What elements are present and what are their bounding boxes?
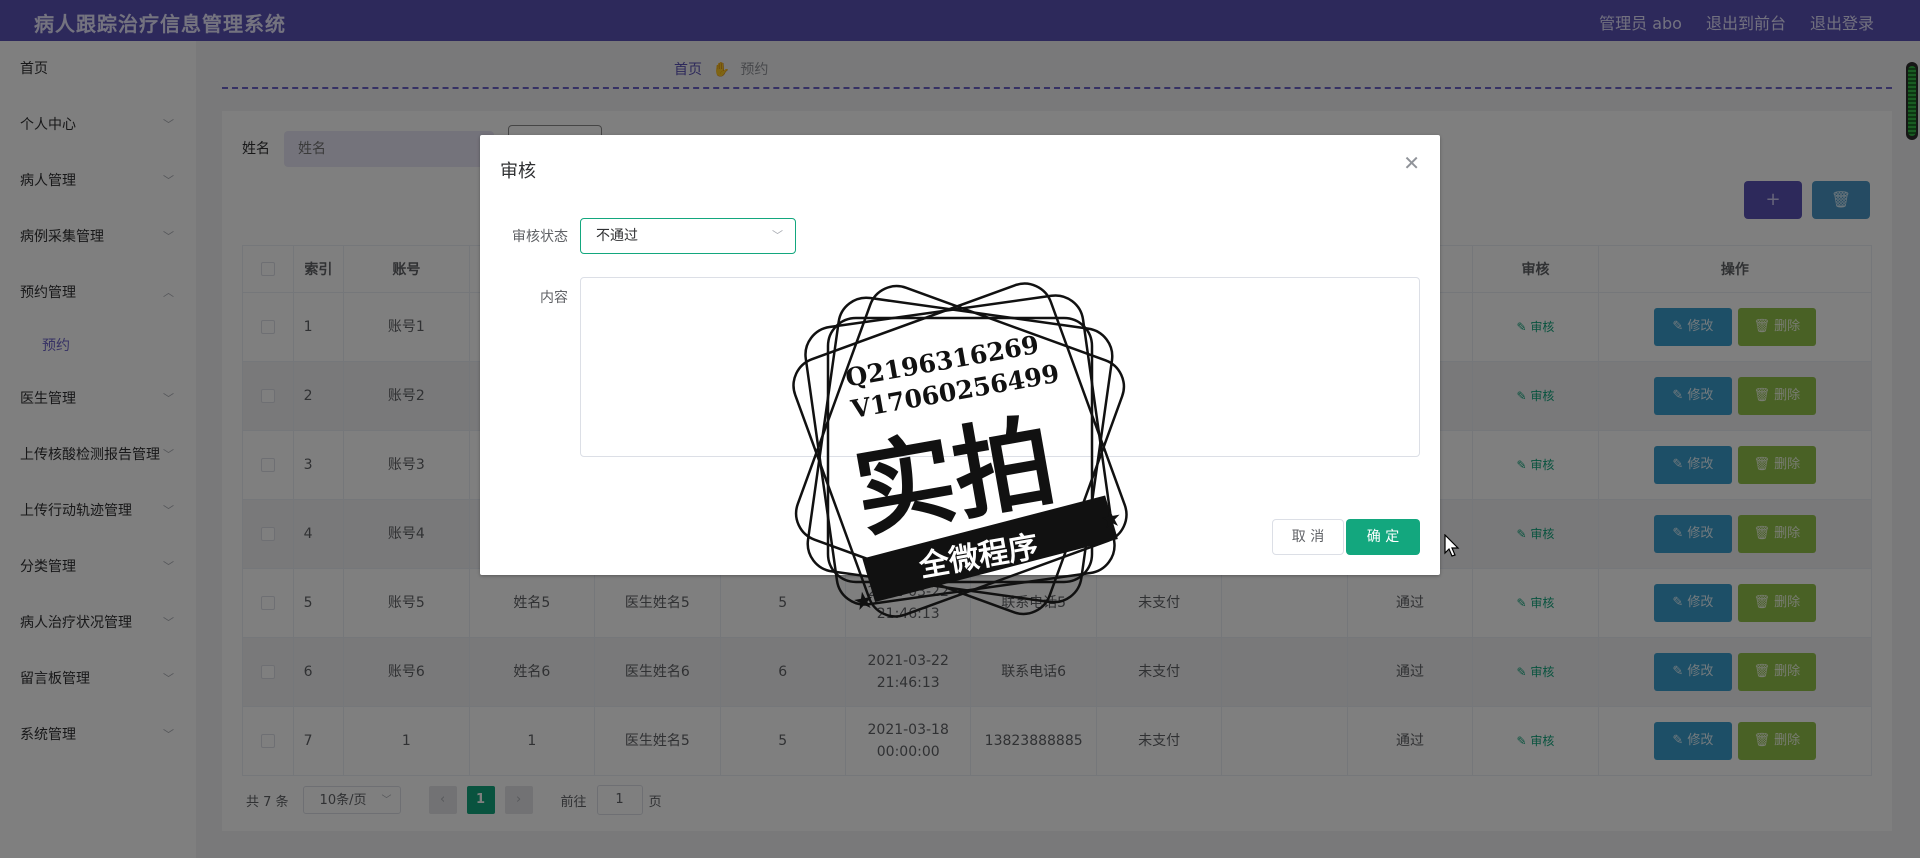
audit-status-label: 审核状态 [512,229,568,245]
dialog-title: 审核 [500,161,536,182]
cancel-button[interactable]: 取 消 [1272,519,1344,555]
audit-status-value: 不通过 [596,228,638,244]
mouse-cursor-icon [1444,534,1460,557]
watermark-stamp: Q2196316269 V17060256499 实拍 全微程序 ★ ★ [792,282,1128,618]
star-icon: ★ [1098,503,1124,534]
close-icon[interactable]: ✕ [1403,151,1420,175]
confirm-button[interactable]: 确 定 [1346,519,1420,555]
content-label: 内容 [540,290,568,306]
